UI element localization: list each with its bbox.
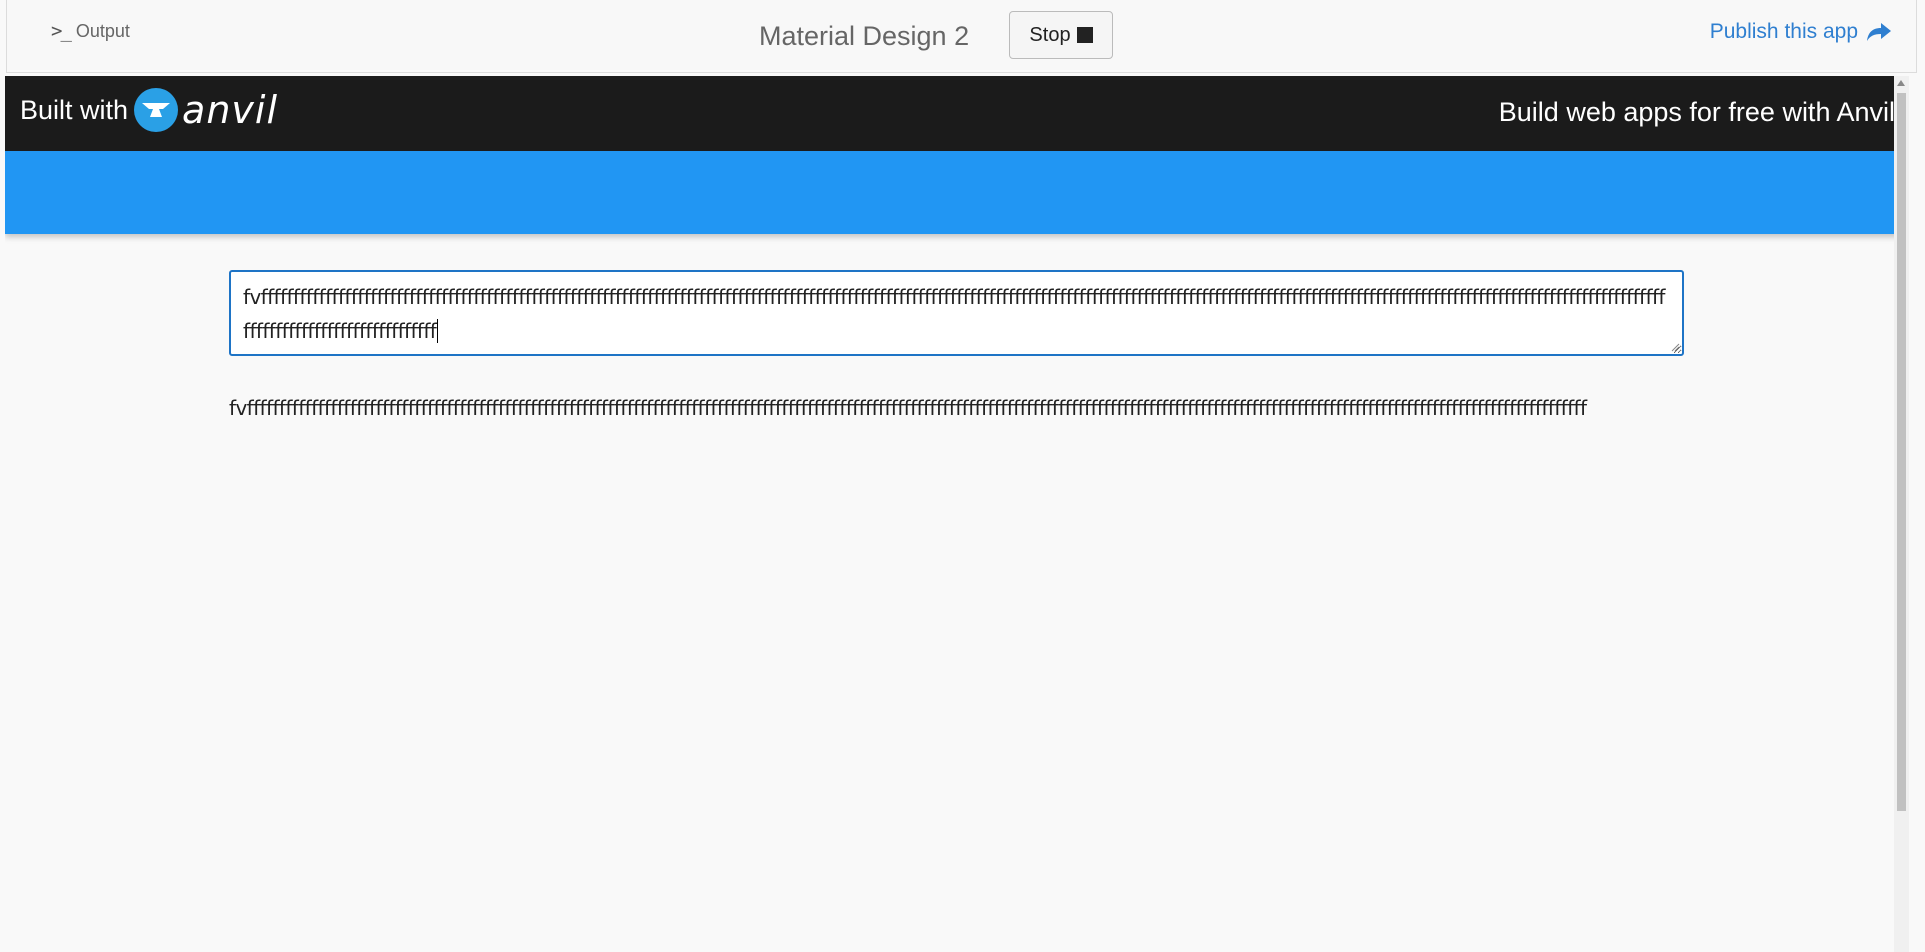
publish-label: Publish this app (1709, 20, 1858, 43)
scroll-up-icon[interactable] (1897, 80, 1905, 86)
publish-app-link[interactable]: Publish this app (1710, 20, 1892, 44)
app-preview-frame: Built with anvil Build web apps for free… (5, 76, 1909, 952)
terminal-prompt-icon: >_ (51, 20, 72, 42)
stop-button[interactable]: Stop (1009, 11, 1113, 59)
built-with-label: Built with (20, 94, 129, 125)
anvil-wordmark: anvil (182, 88, 279, 132)
text-cursor (437, 319, 439, 343)
built-with-anvil-badge[interactable]: Built with anvil (20, 88, 278, 132)
resize-grip-icon[interactable] (1670, 342, 1680, 352)
text-area-value: fvffffffffffffffffffffffffffffffffffffff… (243, 285, 1665, 343)
output-label: Output (75, 20, 130, 41)
build-free-link[interactable]: Build web apps for free with Anvil (1499, 97, 1895, 128)
stop-label: Stop (1029, 23, 1071, 46)
anvil-anvil-icon (134, 88, 179, 132)
app-title: Material Design 2 (759, 21, 970, 51)
anvil-banner: Built with anvil Build web apps for free… (5, 76, 1909, 151)
anvil-logo: anvil (134, 88, 278, 132)
app-header-bar (5, 151, 1909, 234)
echo-label: fvffffffffffffffffffffffffffffffffffffff… (229, 396, 1587, 420)
vertical-scrollbar[interactable] (1894, 76, 1909, 952)
scrollbar-thumb[interactable] (1897, 93, 1906, 811)
ide-top-bar: >_ Output Material Design 2 Stop Publish… (6, 0, 1917, 73)
stop-square-icon (1076, 27, 1093, 43)
output-toggle-button[interactable]: >_ Output (51, 20, 130, 42)
text-area-input[interactable]: fvffffffffffffffffffffffffffffffffffffff… (229, 270, 1684, 356)
share-arrow-icon (1867, 23, 1891, 41)
